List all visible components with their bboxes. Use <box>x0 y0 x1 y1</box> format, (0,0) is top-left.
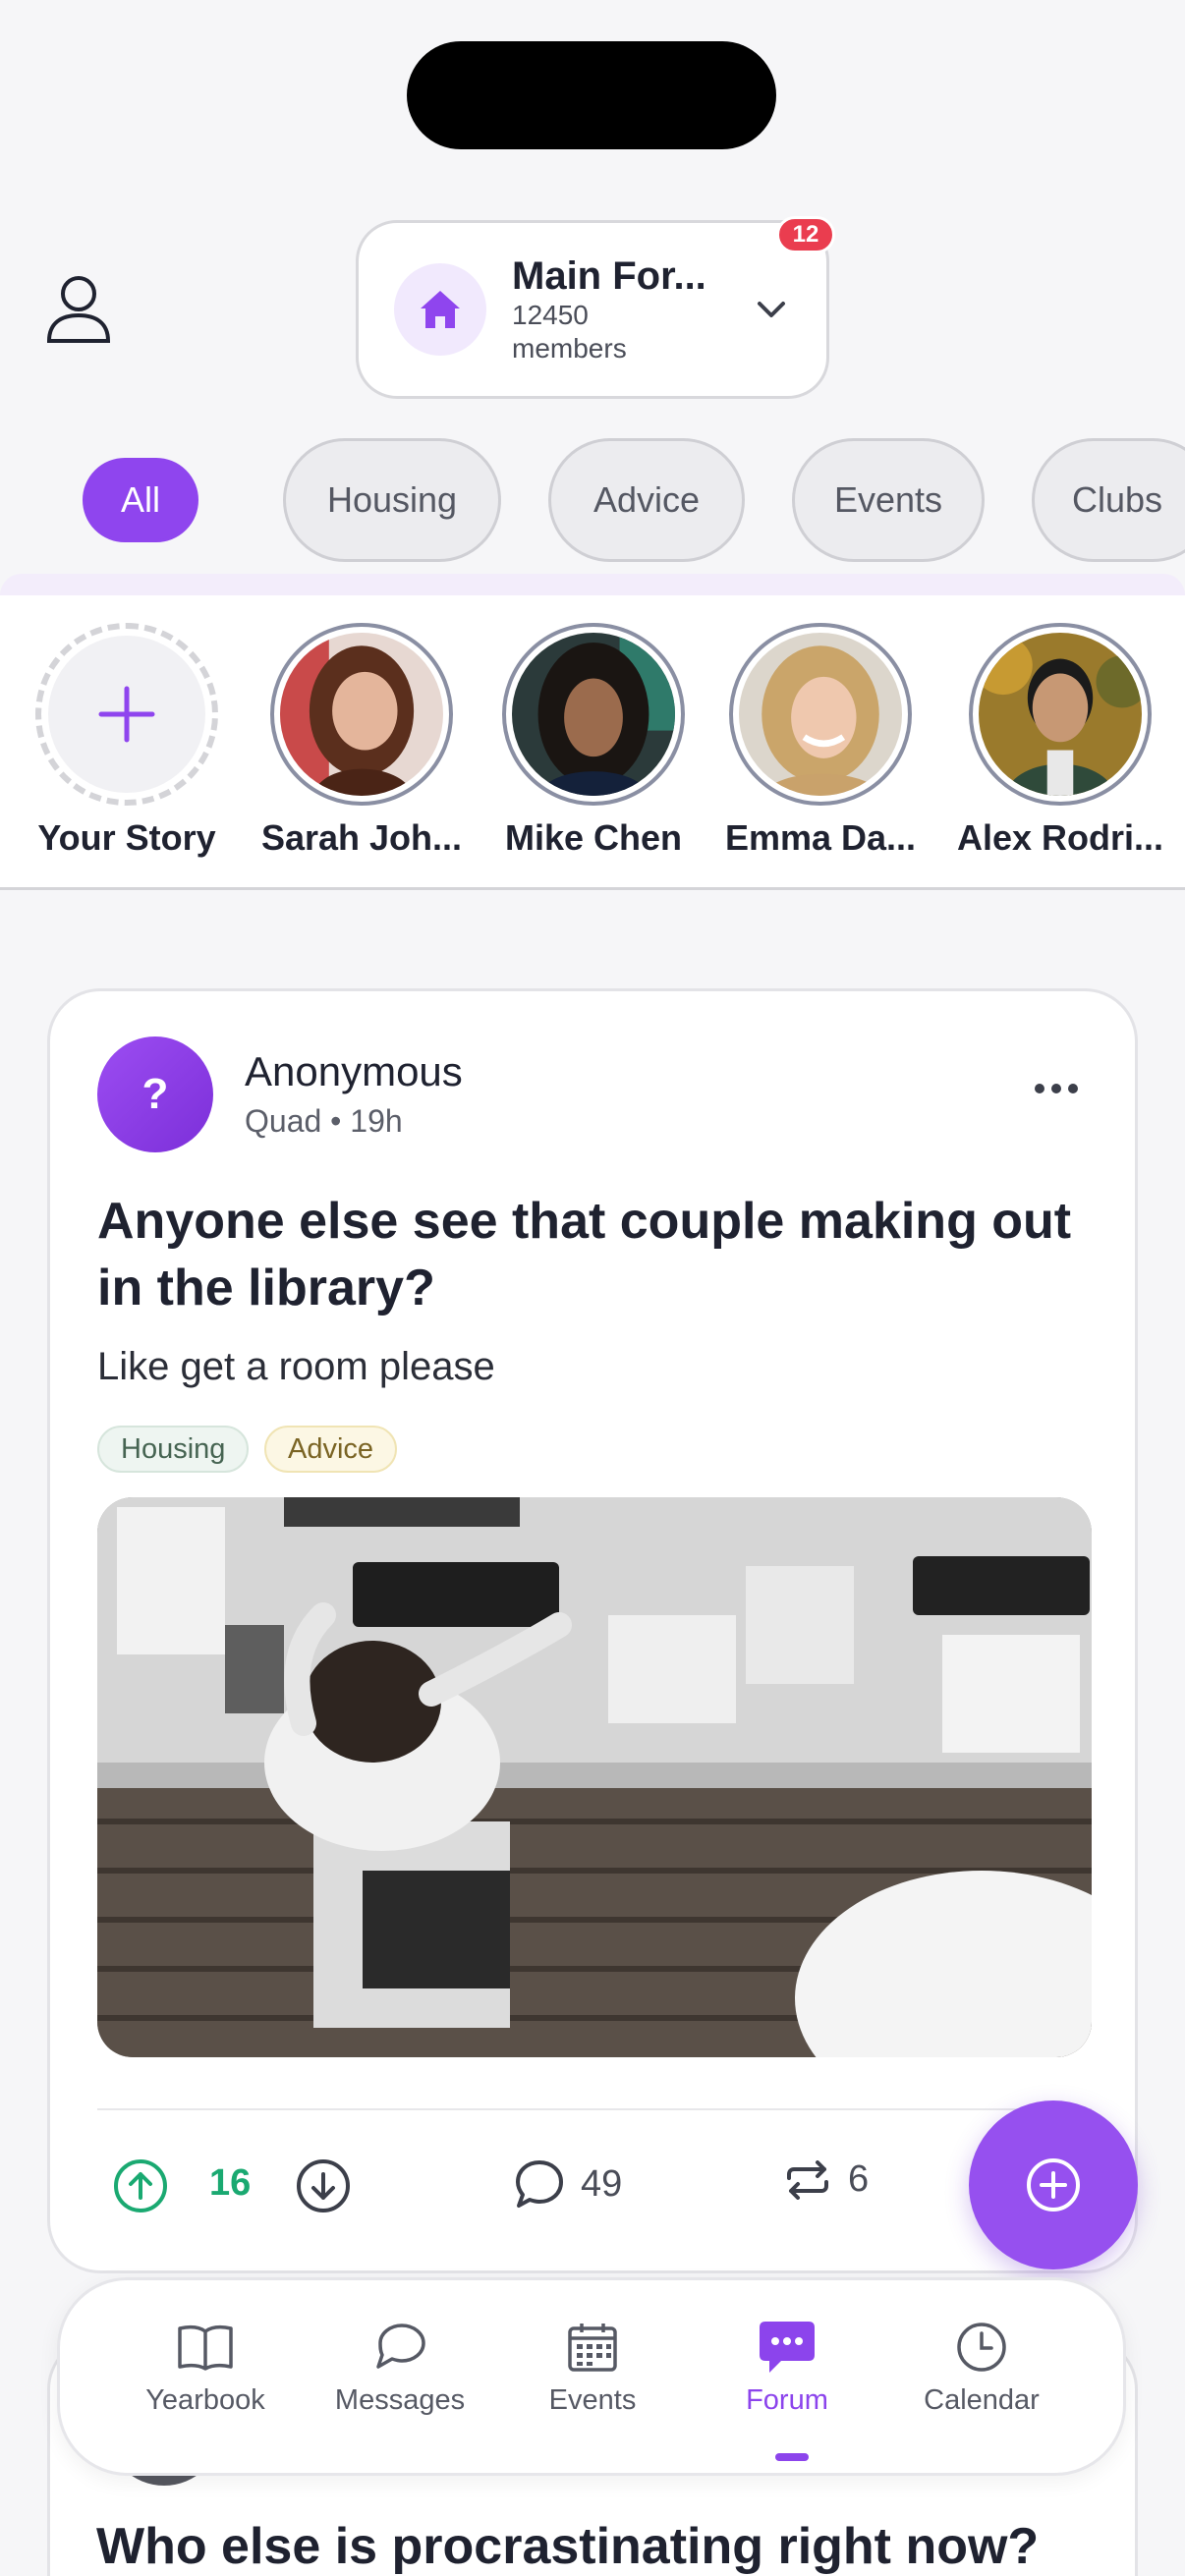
active-tab-indicator <box>775 2453 809 2461</box>
stories-row: Your Story Sarah Joh... Mike Chen Emma D… <box>0 595 1185 890</box>
plus-circle-icon <box>1027 2158 1080 2212</box>
story-item[interactable]: Sarah Joh... <box>249 623 475 859</box>
post-title: Anyone else see that couple making out i… <box>97 1193 1072 1316</box>
comments-button[interactable]: 49 <box>514 2158 622 2210</box>
nav-messages[interactable]: Messages <box>311 2318 488 2417</box>
category-chip-events[interactable]: Events <box>792 438 985 562</box>
vote-count: 16 <box>209 2162 252 2204</box>
repost-icon <box>787 2159 828 2200</box>
camera-notch <box>407 41 776 149</box>
forum-chat-icon <box>699 2318 875 2377</box>
category-chip-advice[interactable]: Advice <box>548 438 745 562</box>
comment-icon <box>516 2160 563 2208</box>
story-name: Sarah Joh... <box>260 817 463 858</box>
category-chip-clubs[interactable]: Clubs <box>1032 438 1185 562</box>
post-divider <box>97 2108 1092 2110</box>
avatar <box>979 633 1142 796</box>
avatar <box>739 633 902 796</box>
chat-icon <box>311 2318 488 2377</box>
nav-calendar[interactable]: Calendar <box>893 2318 1070 2417</box>
story-name: Emma Da... <box>724 817 917 858</box>
story-name: Alex Rodri... <box>956 817 1164 858</box>
nav-label: Messages <box>334 2384 466 2416</box>
your-story[interactable]: Your Story <box>14 623 240 859</box>
anonymous-avatar: ? <box>97 1036 213 1152</box>
book-icon <box>117 2318 294 2377</box>
notification-badge: 12 <box>776 216 835 253</box>
comment-count: 49 <box>581 2162 623 2205</box>
stories-top-strip <box>0 574 1185 595</box>
story-item[interactable]: Mike Chen <box>480 623 706 859</box>
story-name: Your Story <box>37 817 216 858</box>
post-meta: Quad • 19h <box>245 1103 403 1139</box>
story-item[interactable]: Alex Rodri... <box>947 623 1173 859</box>
post-card[interactable]: ? Anonymous Quad • 19h Anyone else see t… <box>47 988 1138 2273</box>
plus-icon <box>98 686 155 743</box>
story-name: Mike Chen <box>504 817 683 858</box>
avatar <box>280 633 443 796</box>
profile-button[interactable] <box>43 270 114 349</box>
post-author: Anonymous <box>245 1048 463 1094</box>
bottom-nav: Yearbook Messages Events Forum Calendar <box>57 2277 1126 2476</box>
nav-yearbook[interactable]: Yearbook <box>117 2318 294 2417</box>
repost-button[interactable]: 6 <box>785 2158 869 2201</box>
post-image[interactable] <box>97 1497 1092 2057</box>
downvote-button[interactable] <box>296 2158 351 2218</box>
nav-label: Calendar <box>924 2384 1040 2416</box>
post-title: Who else is procrastinating right now? <box>96 2518 1040 2575</box>
chevron-down-icon <box>752 301 791 318</box>
clock-icon <box>893 2318 1070 2377</box>
forum-selector[interactable]: Main For... 12450 members <box>356 220 829 399</box>
post-body: Like get a room please <box>97 1345 495 1388</box>
nav-forum[interactable]: Forum <box>699 2318 875 2417</box>
calendar-grid-icon <box>504 2318 681 2377</box>
upvote-button[interactable] <box>113 2158 168 2218</box>
nav-label: Yearbook <box>145 2384 265 2416</box>
avatar <box>512 633 675 796</box>
arrow-down-circle-icon <box>297 2159 350 2212</box>
more-options-icon[interactable] <box>1035 1084 1078 1093</box>
post-tag-housing[interactable]: Housing <box>97 1426 250 1473</box>
nav-label: Events <box>548 2384 637 2416</box>
nav-label: Forum <box>746 2384 828 2416</box>
forum-home-icon <box>394 263 486 356</box>
add-story-button[interactable] <box>35 623 218 806</box>
arrow-up-circle-icon <box>114 2159 167 2212</box>
forum-name: Main For... <box>512 254 706 298</box>
create-post-button[interactable] <box>969 2100 1138 2269</box>
repost-count: 6 <box>848 2158 870 2200</box>
user-icon <box>46 276 111 343</box>
nav-events[interactable]: Events <box>504 2318 681 2417</box>
category-filter: All Housing Advice Events Clubs <box>0 438 1185 562</box>
category-chip-housing[interactable]: Housing <box>283 438 501 562</box>
forum-members: 12450 members <box>512 300 627 364</box>
post-tag-advice[interactable]: Advice <box>264 1426 398 1473</box>
category-chip-all[interactable]: All <box>83 458 198 542</box>
story-item[interactable]: Emma Da... <box>707 623 933 859</box>
